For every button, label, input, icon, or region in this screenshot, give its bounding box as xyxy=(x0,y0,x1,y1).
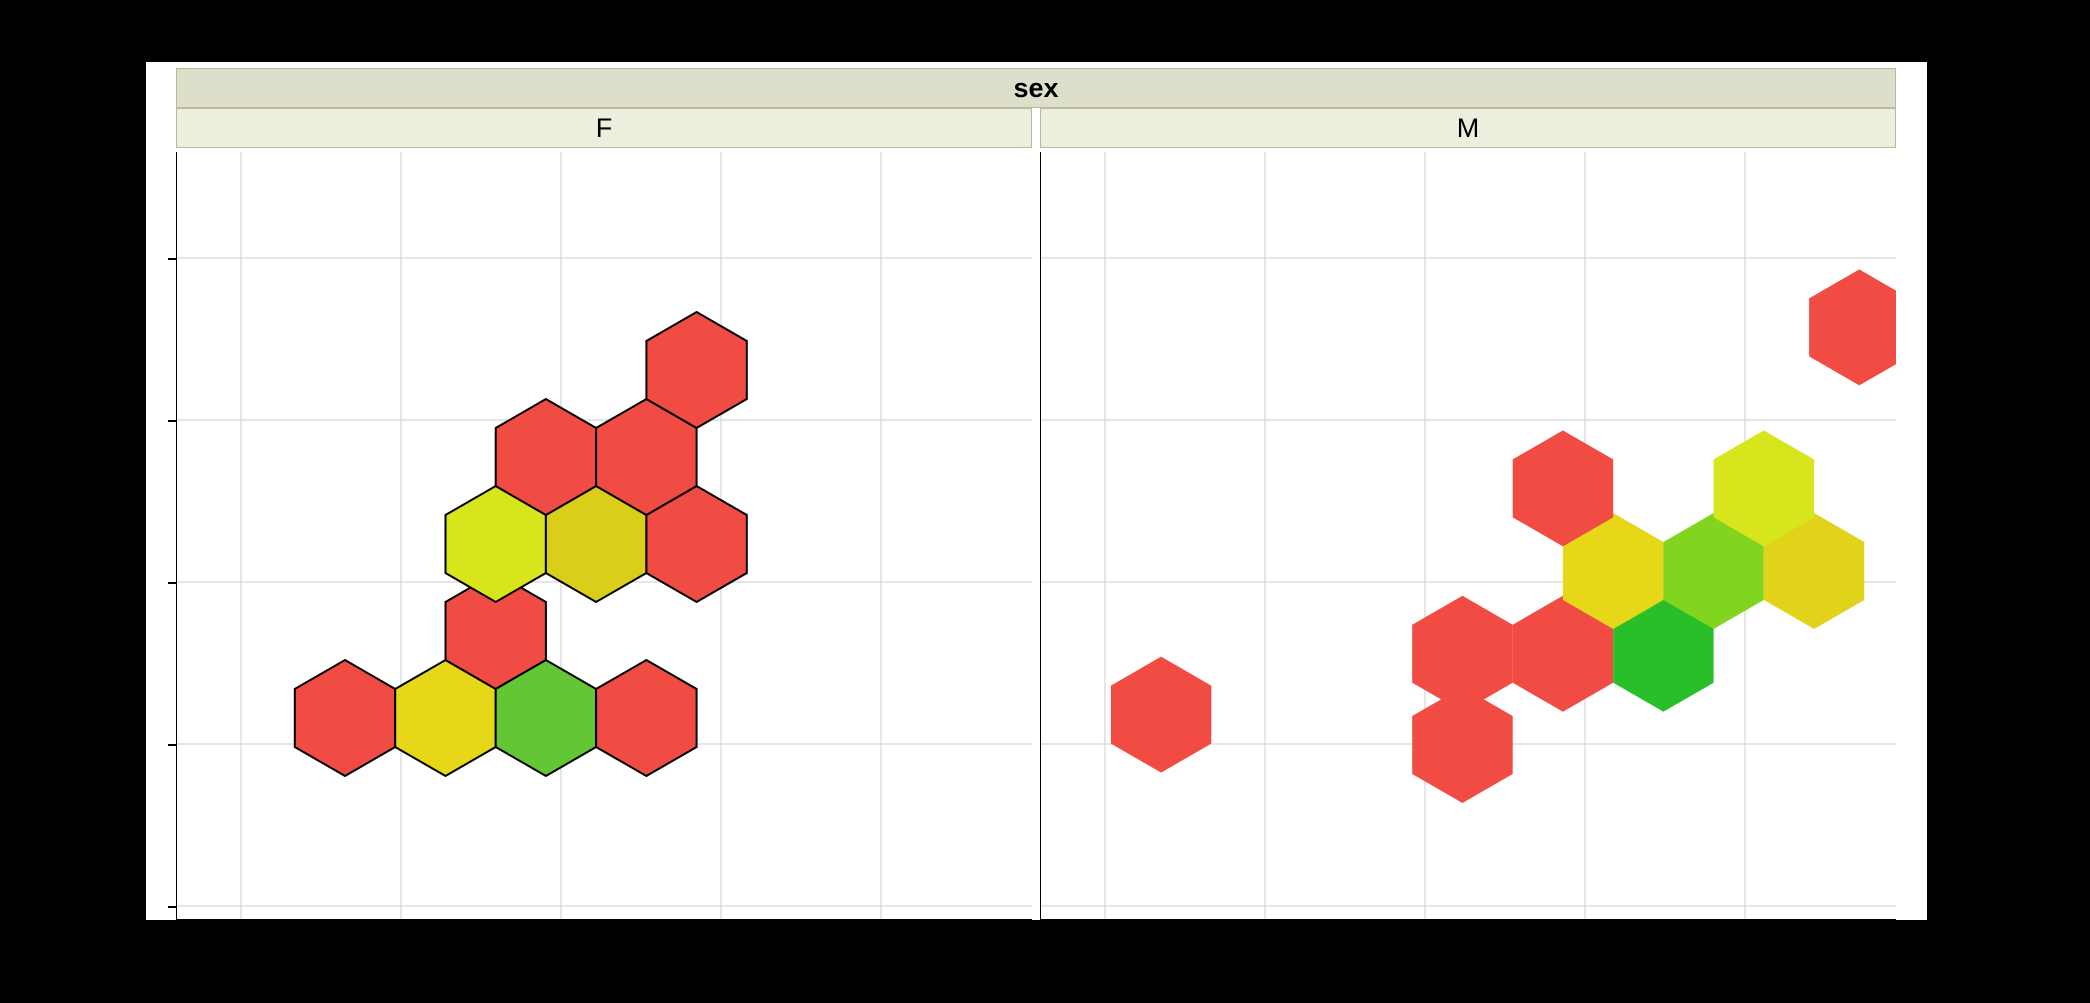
facet-f xyxy=(176,152,1032,920)
hex-cell xyxy=(1111,657,1211,773)
strip-inner-f-label: F xyxy=(596,113,613,143)
chart-stage: sex F M xyxy=(0,0,2090,1003)
strip-inner-m-label: M xyxy=(1457,113,1480,143)
y-tick xyxy=(168,582,176,584)
hex-cell xyxy=(295,660,395,776)
facet-m xyxy=(1040,152,1896,920)
y-tick xyxy=(168,420,176,422)
y-tick xyxy=(168,744,176,746)
hex-layer-m xyxy=(1041,152,1896,919)
strip-outer: sex xyxy=(176,68,1896,108)
hex-cell xyxy=(1412,596,1513,712)
strip-inner-f: F xyxy=(176,108,1032,148)
y-tick xyxy=(168,906,176,908)
hex-layer-f xyxy=(177,152,1032,919)
y-tick xyxy=(168,258,176,260)
hex-cell xyxy=(596,660,697,776)
hex-cell xyxy=(1809,269,1896,385)
strip-inner-m: M xyxy=(1040,108,1896,148)
strip-outer-label: sex xyxy=(1013,73,1058,103)
